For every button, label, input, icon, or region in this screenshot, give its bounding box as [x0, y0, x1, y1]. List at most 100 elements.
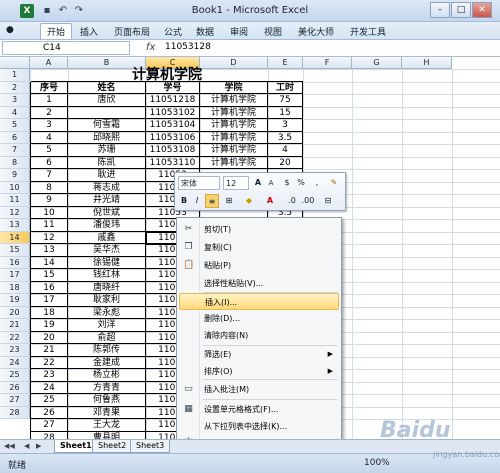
table-cell[interactable]: 计算机学院: [200, 156, 268, 169]
table-cell[interactable]: 钱红林: [68, 269, 146, 282]
fill-color-icon[interactable]: ◆: [241, 194, 257, 208]
row-header[interactable]: 18: [0, 281, 30, 294]
tab-beautify[interactable]: 美化大师: [298, 25, 334, 38]
table-cell[interactable]: 13: [30, 244, 68, 257]
table-cell[interactable]: 25: [30, 394, 68, 407]
row-header[interactable]: 23: [0, 344, 30, 357]
table-cell[interactable]: 11051218: [146, 94, 200, 107]
context-menu-item[interactable]: 排序(O) ▶: [179, 363, 339, 380]
bold-icon[interactable]: B: [178, 194, 190, 208]
table-cell[interactable]: 陈凯: [68, 156, 146, 169]
table-cell[interactable]: 蒋志成: [68, 181, 146, 194]
table-cell[interactable]: 吴华杰: [68, 244, 146, 257]
table-cell[interactable]: 苏珊: [68, 144, 146, 157]
italic-icon[interactable]: I: [191, 194, 203, 208]
zoom-level[interactable]: 100%: [364, 458, 390, 468]
row-header[interactable]: 2: [0, 81, 30, 94]
tab-page-layout[interactable]: 页面布局: [114, 25, 150, 38]
table-cell[interactable]: 23: [30, 369, 68, 382]
tab-insert[interactable]: 插入: [80, 25, 98, 38]
table-cell[interactable]: 计算机学院: [200, 106, 268, 119]
name-box[interactable]: C14: [2, 41, 130, 55]
table-header-cell[interactable]: 学院: [200, 81, 268, 94]
maximize-button[interactable]: □: [451, 2, 471, 18]
column-header-H[interactable]: H: [402, 57, 452, 69]
font-size-select[interactable]: 12: [223, 176, 249, 190]
context-menu-item[interactable]: 剪切(T) ✂: [179, 221, 339, 238]
prev-sheet-icon[interactable]: ◀: [24, 442, 29, 450]
column-header-D[interactable]: D: [200, 57, 268, 69]
context-menu-item[interactable]: 设置单元格格式(F)... ▦: [179, 401, 339, 418]
table-cell[interactable]: 26: [30, 406, 68, 419]
row-header[interactable]: 13: [0, 219, 30, 232]
tab-home[interactable]: 开始: [40, 23, 73, 39]
table-cell[interactable]: 王大龙: [68, 419, 146, 432]
row-header[interactable]: 10: [0, 181, 30, 194]
table-cell[interactable]: 5: [30, 144, 68, 157]
font-name-select[interactable]: 宋体: [178, 176, 220, 190]
table-cell[interactable]: 20: [268, 156, 303, 169]
table-cell[interactable]: 8: [30, 181, 68, 194]
row-header[interactable]: 1: [0, 69, 30, 82]
select-all-corner[interactable]: [0, 57, 30, 69]
table-cell[interactable]: 11: [30, 219, 68, 232]
table-cell[interactable]: 28: [30, 431, 68, 439]
table-cell[interactable]: 金建成: [68, 356, 146, 369]
format-painter-icon[interactable]: ✎: [327, 176, 341, 190]
table-header-cell[interactable]: 工时: [268, 81, 303, 94]
row-header[interactable]: 14: [0, 231, 30, 244]
table-cell[interactable]: 14: [30, 256, 68, 269]
table-header-cell[interactable]: 姓名: [68, 81, 146, 94]
table-cell[interactable]: 计算机学院: [200, 131, 268, 144]
table-cell[interactable]: 75: [268, 94, 303, 107]
tab-data[interactable]: 数据: [196, 25, 214, 38]
office-button[interactable]: ●: [6, 25, 14, 35]
table-cell[interactable]: 井光靖: [68, 194, 146, 207]
row-header[interactable]: 19: [0, 294, 30, 307]
table-cell[interactable]: 7: [30, 169, 68, 182]
row-header[interactable]: 20: [0, 306, 30, 319]
row-header[interactable]: 11: [0, 194, 30, 207]
table-cell[interactable]: 19: [30, 319, 68, 332]
table-cell[interactable]: 21: [30, 344, 68, 357]
sheet-tab-3[interactable]: Sheet3: [130, 440, 171, 453]
table-cell[interactable]: 3: [268, 119, 303, 132]
table-cell[interactable]: 梁永彪: [68, 306, 146, 319]
minimize-button[interactable]: –: [430, 2, 450, 18]
table-cell[interactable]: 3.5: [268, 131, 303, 144]
tab-formulas[interactable]: 公式: [164, 25, 182, 38]
increase-decimal-icon[interactable]: .00: [301, 194, 315, 208]
table-cell[interactable]: 陈郭传: [68, 344, 146, 357]
decrease-decimal-icon[interactable]: .0: [285, 194, 299, 208]
table-cell[interactable]: 邓青果: [68, 406, 146, 419]
table-cell[interactable]: 杨立彬: [68, 369, 146, 382]
first-sheet-icon[interactable]: ◀◀: [4, 442, 15, 450]
row-header[interactable]: 3: [0, 94, 30, 107]
table-cell[interactable]: 耿进: [68, 169, 146, 182]
row-header[interactable]: 22: [0, 331, 30, 344]
table-cell[interactable]: 何雪霜: [68, 119, 146, 132]
table-cell[interactable]: 1: [30, 94, 68, 107]
font-color-icon[interactable]: A: [263, 194, 277, 208]
column-header-E[interactable]: E: [268, 57, 303, 69]
context-menu-item[interactable]: 删除(D)...: [179, 310, 339, 327]
table-header-cell[interactable]: 学号: [146, 81, 200, 94]
row-header[interactable]: 5: [0, 119, 30, 132]
table-cell[interactable]: 24: [30, 381, 68, 394]
row-header[interactable]: 21: [0, 319, 30, 332]
merge-icon[interactable]: ⊟: [321, 194, 335, 208]
table-cell[interactable]: 3: [30, 119, 68, 132]
context-menu-item[interactable]: 清除内容(N): [179, 327, 339, 344]
context-menu-item[interactable]: 插入(I)...: [179, 293, 339, 310]
row-header[interactable]: 15: [0, 244, 30, 257]
table-cell[interactable]: 4: [268, 144, 303, 157]
align-center-icon[interactable]: ≡: [205, 194, 219, 208]
table-cell[interactable]: 俞超: [68, 331, 146, 344]
table-cell[interactable]: 22: [30, 356, 68, 369]
table-cell[interactable]: 戚鑫: [68, 231, 146, 244]
row-header[interactable]: 17: [0, 269, 30, 282]
table-cell[interactable]: 邱晓熙: [68, 131, 146, 144]
table-cell[interactable]: 20: [30, 331, 68, 344]
table-cell[interactable]: 16: [30, 281, 68, 294]
row-header[interactable]: 4: [0, 106, 30, 119]
